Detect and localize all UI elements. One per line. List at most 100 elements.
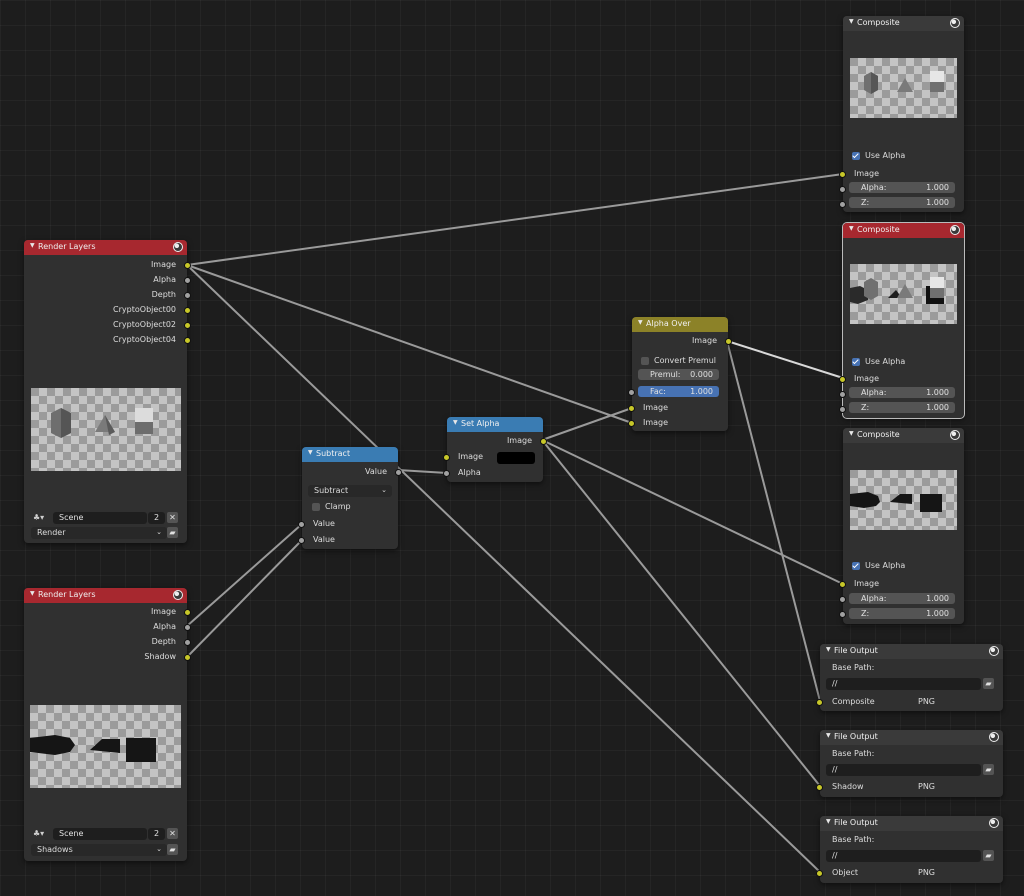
- base-path-input[interactable]: //: [826, 764, 981, 776]
- input-socket-alpha[interactable]: [839, 596, 846, 603]
- base-path-input[interactable]: //: [826, 678, 981, 690]
- output-socket-alpha[interactable]: [184, 277, 191, 284]
- preview-toggle-icon[interactable]: [173, 590, 183, 600]
- base-path-input[interactable]: //: [826, 850, 981, 862]
- output-socket-image[interactable]: [184, 262, 191, 269]
- node-header[interactable]: ▼ Subtract: [302, 447, 398, 462]
- z-slider[interactable]: Z: 1.000: [849, 402, 955, 413]
- collapse-icon[interactable]: ▼: [30, 242, 35, 249]
- collapse-icon[interactable]: ▼: [638, 319, 643, 326]
- alpha-slider[interactable]: Alpha: 1.000: [849, 593, 955, 604]
- collapse-icon[interactable]: ▼: [453, 419, 458, 426]
- convert-premul-checkbox[interactable]: [641, 357, 649, 365]
- node-header[interactable]: ▼ File Output: [820, 730, 1003, 745]
- input-socket-value-2[interactable]: [298, 537, 305, 544]
- input-socket-shadow[interactable]: [816, 784, 823, 791]
- render-layer-folder-icon[interactable]: ▰: [167, 527, 178, 538]
- z-slider[interactable]: Z: 1.000: [849, 608, 955, 619]
- input-socket-composite[interactable]: [816, 699, 823, 706]
- math-operation-dropdown[interactable]: Subtract ⌄: [308, 485, 392, 497]
- folder-icon[interactable]: ▰: [983, 850, 994, 861]
- node-header[interactable]: ▼ File Output: [820, 644, 1003, 659]
- preview-toggle-icon[interactable]: [989, 818, 999, 828]
- node-header[interactable]: ▼ Composite: [843, 16, 964, 31]
- node-header[interactable]: ▼ File Output: [820, 816, 1003, 831]
- input-socket-alpha[interactable]: [443, 470, 450, 477]
- preview-toggle-icon[interactable]: [173, 242, 183, 252]
- input-socket-image[interactable]: [839, 171, 846, 178]
- input-socket-z[interactable]: [839, 201, 846, 208]
- composite-node-3[interactable]: ▼ Composite Use Alpha Image Alpha: 1.000…: [839, 428, 964, 624]
- unlink-scene-icon[interactable]: ✕: [167, 828, 178, 839]
- scene-field[interactable]: Scene: [53, 512, 147, 524]
- input-socket-image[interactable]: [839, 581, 846, 588]
- file-output-node-1[interactable]: ▼ File Output Base Path: // ▰ Composite …: [816, 644, 1003, 711]
- output-socket-image[interactable]: [725, 338, 732, 345]
- scene-user-count[interactable]: 2: [148, 512, 165, 524]
- collapse-icon[interactable]: ▼: [849, 18, 854, 25]
- folder-icon[interactable]: ▰: [983, 678, 994, 689]
- input-socket-object[interactable]: [816, 870, 823, 877]
- view-layer-dropdown[interactable]: Render ⌄: [31, 527, 167, 539]
- render-layers-node-2[interactable]: ▼ Render Layers Image Alpha Depth Shadow…: [24, 588, 191, 861]
- collapse-icon[interactable]: ▼: [308, 449, 313, 456]
- preview-toggle-icon[interactable]: [989, 646, 999, 656]
- output-socket-shadow[interactable]: [184, 654, 191, 661]
- output-socket-image[interactable]: [540, 438, 547, 445]
- input-socket-image[interactable]: [443, 454, 450, 461]
- folder-icon[interactable]: ▰: [983, 764, 994, 775]
- output-socket-value[interactable]: [395, 469, 402, 476]
- output-socket-cryptoobject00[interactable]: [184, 307, 191, 314]
- input-socket-image-2[interactable]: [628, 420, 635, 427]
- input-socket-value-1[interactable]: [298, 521, 305, 528]
- output-socket-cryptoobject04[interactable]: [184, 337, 191, 344]
- node-header[interactable]: ▼ Render Layers: [24, 240, 187, 255]
- output-socket-image[interactable]: [184, 609, 191, 616]
- use-alpha-checkbox[interactable]: [852, 562, 860, 570]
- collapse-icon[interactable]: ▼: [826, 818, 831, 825]
- clamp-checkbox[interactable]: [312, 503, 320, 511]
- preview-toggle-icon[interactable]: [950, 430, 960, 440]
- input-socket-image-1[interactable]: [628, 405, 635, 412]
- file-output-node-3[interactable]: ▼ File Output Base Path: // ▰ Object PNG: [816, 816, 1003, 883]
- output-socket-alpha[interactable]: [184, 624, 191, 631]
- view-layer-dropdown[interactable]: Shadows ⌄: [31, 844, 167, 856]
- input-socket-alpha[interactable]: [839, 186, 846, 193]
- scene-icon[interactable]: ♣▾: [33, 828, 47, 839]
- input-socket-z[interactable]: [839, 611, 846, 618]
- alpha-slider[interactable]: Alpha: 1.000: [849, 387, 955, 398]
- collapse-icon[interactable]: ▼: [30, 590, 35, 597]
- input-socket-fac[interactable]: [628, 389, 635, 396]
- alpha-over-node[interactable]: ▼ Alpha Over Image Convert Premul Premul…: [628, 317, 732, 431]
- input-socket-image[interactable]: [839, 376, 846, 383]
- collapse-icon[interactable]: ▼: [826, 646, 831, 653]
- input-socket-alpha[interactable]: [839, 391, 846, 398]
- composite-node-1[interactable]: ▼ Composite Use Alpha Image Alpha: 1.000…: [839, 16, 964, 212]
- output-socket-cryptoobject02[interactable]: [184, 322, 191, 329]
- preview-toggle-icon[interactable]: [989, 732, 999, 742]
- subtract-node[interactable]: ▼ Subtract Value Subtract ⌄ Clamp Value …: [298, 447, 402, 549]
- file-output-node-2[interactable]: ▼ File Output Base Path: // ▰ Shadow PNG: [816, 730, 1003, 797]
- node-header[interactable]: ▼ Composite: [843, 223, 964, 238]
- collapse-icon[interactable]: ▼: [849, 225, 854, 232]
- alpha-slider[interactable]: Alpha: 1.000: [849, 182, 955, 193]
- set-alpha-node[interactable]: ▼ Set Alpha Image Image Alpha: [443, 417, 547, 482]
- output-socket-depth[interactable]: [184, 639, 191, 646]
- fac-slider[interactable]: Fac: 1.000: [638, 386, 719, 397]
- input-socket-z[interactable]: [839, 406, 846, 413]
- z-slider[interactable]: Z: 1.000: [849, 197, 955, 208]
- collapse-icon[interactable]: ▼: [849, 430, 854, 437]
- scene-field[interactable]: Scene: [53, 828, 147, 840]
- preview-toggle-icon[interactable]: [950, 18, 960, 28]
- node-header[interactable]: ▼ Set Alpha: [447, 417, 543, 432]
- node-header[interactable]: ▼ Render Layers: [24, 588, 187, 603]
- node-header[interactable]: ▼ Alpha Over: [632, 317, 728, 332]
- use-alpha-checkbox[interactable]: [852, 358, 860, 366]
- scene-user-count[interactable]: 2: [148, 828, 165, 840]
- scene-icon[interactable]: ♣▾: [33, 512, 47, 523]
- render-layers-node-1[interactable]: ▼ Render Layers Image Alpha Depth Crypto…: [24, 240, 191, 543]
- render-layer-folder-icon[interactable]: ▰: [167, 844, 178, 855]
- image-color-swatch[interactable]: [497, 452, 535, 464]
- node-header[interactable]: ▼ Composite: [843, 428, 964, 443]
- output-socket-depth[interactable]: [184, 292, 191, 299]
